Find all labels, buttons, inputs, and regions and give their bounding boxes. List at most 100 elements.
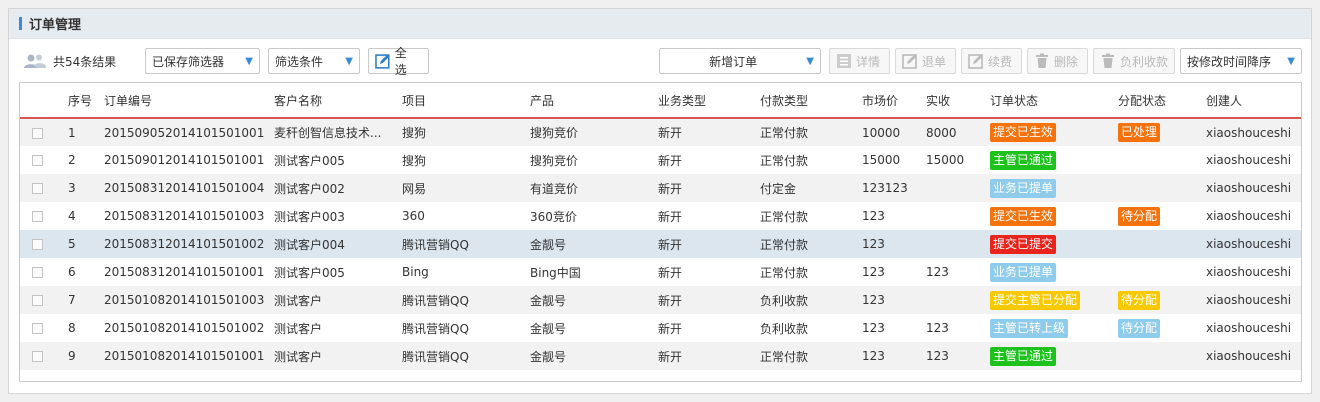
cell-no: 5 (68, 237, 76, 251)
row-checkbox[interactable] (32, 183, 43, 194)
column-header[interactable]: 订单编号 (100, 83, 270, 118)
cell-paid: 123 (926, 265, 949, 279)
cell-creator: xiaoshouceshi (1206, 209, 1292, 223)
cell-paid: 123 (926, 349, 949, 363)
table-row[interactable]: 8 201501082014101501002 测试客户 腾讯营销QQ 金靓号 新开 负利收… (20, 314, 1301, 342)
sort-select[interactable]: 按修改时间降序 ▼ (1180, 48, 1302, 74)
cell-creator: xiaoshouceshi (1206, 321, 1292, 335)
edit-icon (968, 54, 983, 69)
cell-pay: 付定金 (760, 181, 797, 196)
table-header: 序号 订单编号 客户名称 项目 产品 业务类型 付款类型 市场价 实收 订单状态 分配状态 创建人 (20, 83, 1301, 118)
cell-paid (922, 230, 986, 258)
cell-no: 9 (68, 349, 76, 363)
cell-customer: 测试客户005 (274, 153, 345, 168)
column-header[interactable]: 市场价 (858, 83, 922, 118)
row-checkbox[interactable] (32, 127, 43, 139)
column-header[interactable]: 业务类型 (654, 83, 756, 118)
renew-button[interactable]: 续费 (961, 48, 1022, 74)
status-badge: 提交已提交 (990, 234, 1057, 254)
cell-status: 提交已生效 (986, 118, 1114, 146)
row-select-cell (20, 286, 64, 314)
cell-product: 金靓号 (530, 293, 567, 308)
cell-no: 6 (68, 265, 76, 279)
cell-pay: 正常付款 (760, 126, 809, 140)
column-header[interactable]: 产品 (526, 83, 654, 118)
cell-customer: 测试客户003 (274, 209, 345, 224)
trash-icon (1036, 53, 1048, 68)
detail-button[interactable]: 详情 (829, 48, 890, 74)
table-row[interactable]: 7 201501082014101501003 测试客户 腾讯营销QQ 金靓号 新开 负利收… (20, 286, 1301, 314)
cell-biz: 新开 (658, 209, 683, 224)
cell-project: 360 (402, 209, 425, 223)
cell-no: 2 (68, 153, 76, 167)
delete-button[interactable]: 删除 (1027, 48, 1088, 74)
row-checkbox[interactable] (32, 155, 43, 166)
negative-receipt-button[interactable]: 负利收款 (1093, 48, 1175, 74)
row-select-cell (20, 342, 64, 370)
cell-status: 主管已通过 (986, 342, 1114, 370)
cell-status: 业务已提单 (986, 258, 1114, 286)
detail-label: 详情 (856, 54, 881, 69)
header-accent-bar (19, 17, 22, 30)
column-header[interactable]: 实收 (922, 83, 986, 118)
table-row[interactable]: 5 201508312014101501002 测试客户004 腾讯营销QQ 金靓号 新开… (20, 230, 1301, 258)
row-select-cell (20, 258, 64, 286)
refund-button[interactable]: 退单 (895, 48, 956, 74)
list-icon (837, 54, 851, 68)
cell-paid: 123 (926, 321, 949, 335)
cell-price: 10000 (862, 125, 901, 140)
row-checkbox[interactable] (32, 351, 43, 362)
cell-assign (1114, 342, 1202, 370)
row-checkbox[interactable] (32, 239, 43, 250)
table-row[interactable]: 4 201508312014101501003 测试客户003 360 360竞价 新开 正… (20, 202, 1301, 230)
cell-assign (1114, 258, 1202, 286)
cell-biz: 新开 (658, 349, 683, 364)
cell-biz: 新开 (658, 237, 683, 252)
saved-filter-select[interactable]: 已保存筛选器 ▼ (145, 48, 260, 74)
cell-price: 15000 (862, 153, 901, 167)
cell-paid (922, 286, 986, 314)
table-row[interactable]: 3 201508312014101501004 测试客户002 网易 有道竞价 新开 付定金… (20, 174, 1301, 202)
result-count: 共54条结果 (23, 48, 116, 74)
assign-badge: 已处理 (1118, 123, 1161, 142)
table-row[interactable]: 9 201501082014101501001 测试客户 腾讯营销QQ 金靓号 新开 正常付… (20, 342, 1301, 370)
cell-project: 腾讯营销QQ (402, 349, 469, 364)
cell-project: 搜狗 (402, 153, 427, 168)
cell-project: 腾讯营销QQ (402, 237, 469, 252)
select-all-label: 全 选 (394, 46, 407, 77)
select-column-header (20, 83, 64, 118)
cell-project: Bing (402, 265, 429, 279)
column-header[interactable]: 付款类型 (756, 83, 858, 118)
column-header[interactable]: 分配状态 (1114, 83, 1202, 118)
chevron-down-icon: ▼ (345, 55, 353, 67)
cell-biz: 新开 (658, 153, 683, 168)
row-checkbox[interactable] (32, 323, 43, 334)
row-checkbox[interactable] (32, 295, 43, 306)
chevron-down-icon: ▼ (245, 55, 253, 67)
column-header[interactable]: 创建人 (1202, 83, 1301, 118)
filter-condition-select[interactable]: 筛选条件 ▼ (268, 48, 360, 74)
row-checkbox[interactable] (32, 211, 43, 222)
column-header[interactable]: 客户名称 (270, 83, 398, 118)
cell-no: 1 (68, 125, 76, 140)
trash-icon (1102, 53, 1114, 68)
new-order-select[interactable]: 新增订单 ▼ (659, 48, 821, 74)
table-row[interactable]: 2 201509012014101501001 测试客户005 搜狗 搜狗竞价 新开 正常付… (20, 146, 1301, 174)
assign-badge: 待分配 (1118, 290, 1161, 310)
table-row[interactable]: 6 201508312014101501001 测试客户005 Bing Bing中国 新… (20, 258, 1301, 286)
row-select-cell (20, 202, 64, 230)
orders-table: 序号 订单编号 客户名称 项目 产品 业务类型 付款类型 市场价 实收 订单状态 分配状态 创建人 1… (19, 82, 1302, 382)
column-header[interactable]: 项目 (398, 83, 526, 118)
column-header[interactable]: 序号 (64, 83, 100, 118)
cell-product: 搜狗竞价 (530, 153, 579, 168)
table-row[interactable]: 1 201509052014101501001 麦秆创智信息技术... 搜狗 搜狗竞价 新… (20, 118, 1301, 146)
select-all-button[interactable]: 全 选 (368, 46, 429, 77)
result-text: 共54条结果 (53, 54, 117, 69)
chevron-down-icon: ▼ (1287, 55, 1295, 67)
cell-biz: 新开 (658, 293, 683, 308)
cell-customer: 测试客户004 (274, 237, 345, 252)
cell-product: 有道竞价 (530, 181, 579, 196)
row-checkbox[interactable] (32, 267, 43, 278)
cell-no: 3 (68, 181, 76, 195)
column-header[interactable]: 订单状态 (986, 83, 1114, 118)
